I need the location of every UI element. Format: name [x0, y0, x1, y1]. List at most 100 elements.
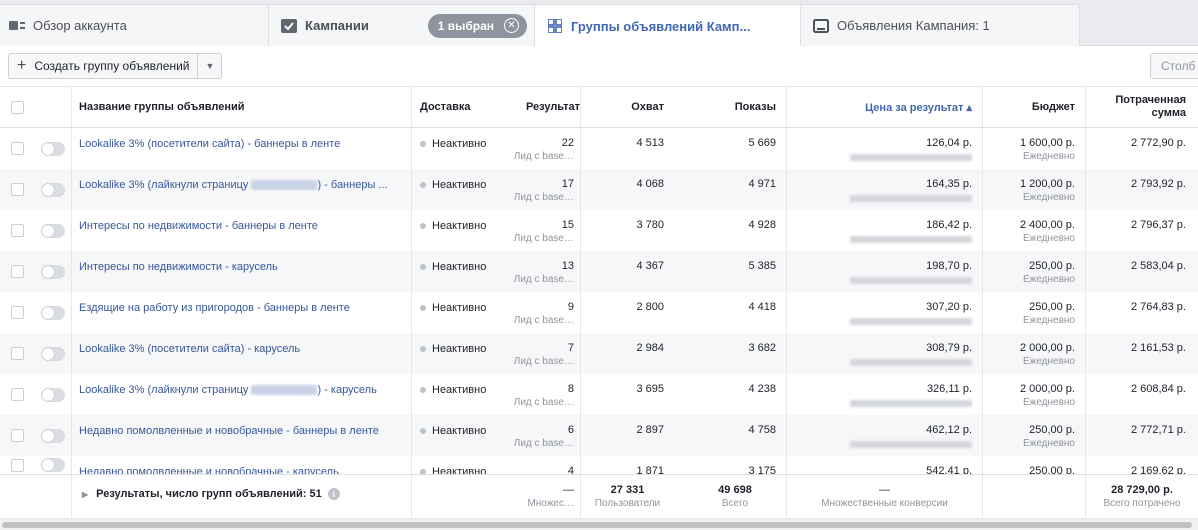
table-row[interactable]: Ездящие на работу из пригородов - баннер… [0, 292, 1198, 333]
row-reach-cell: 2 800 [581, 292, 674, 333]
header-impressions[interactable]: Показы [674, 87, 787, 127]
ad-set-name-link[interactable]: Lookalike 3% (лайкнули страницу ) - кару… [79, 374, 411, 396]
budget-value: 1 200,00 р. [1019, 178, 1075, 190]
header-name[interactable]: Название группы объявлений [72, 87, 412, 127]
horizontal-scrollbar[interactable] [0, 518, 1198, 530]
results-value: 22 [561, 137, 574, 149]
row-checkbox[interactable] [11, 183, 24, 196]
ad-set-name-link[interactable]: Интересы по недвижимости - карусель [79, 251, 411, 273]
totals-label[interactable]: ▶ Результаты, число групп объявлений: 51… [72, 475, 412, 517]
expand-triangle-icon[interactable]: ▶ [82, 490, 88, 499]
ad-set-name-link[interactable]: Недавно помолвленные и новобрачные - бан… [79, 415, 411, 437]
on-off-toggle[interactable] [41, 141, 65, 156]
row-delivery-cell: Неактивно [412, 456, 506, 474]
budget-value: 250,00 р. [1029, 465, 1075, 474]
results-type: Лид с base… [513, 274, 574, 285]
ad-sets-icon [547, 19, 563, 33]
budget-value: 2 400,00 р. [1019, 219, 1075, 231]
table-row[interactable]: Недавно помолвленные и новобрачные - бан… [0, 415, 1198, 456]
selection-pill[interactable]: 1 выбран ✕ [427, 13, 527, 38]
on-off-toggle[interactable] [41, 428, 65, 443]
tab-ads[interactable]: Объявления Кампания: 1 [800, 4, 1080, 46]
row-cost-per-result-cell: 542,41 р. [787, 456, 983, 474]
row-checkbox[interactable] [11, 142, 24, 155]
on-off-toggle[interactable] [41, 264, 65, 279]
tab-ad-sets[interactable]: Группы объявлений Камп... [534, 4, 804, 47]
totals-impressions-value: 49 698 [718, 484, 752, 496]
row-cost-per-result-cell: 462,12 р. [787, 415, 983, 456]
ad-set-name-link[interactable]: Lookalike 3% (посетители сайта) - баннер… [79, 128, 411, 150]
cost-per-result-value: 186,42 р. [926, 219, 972, 231]
ad-set-name-link[interactable]: Lookalike 3% (посетители сайта) - карусе… [79, 333, 411, 355]
select-all-checkbox[interactable] [11, 100, 24, 114]
row-name-cell: Lookalike 3% (посетители сайта) - баннер… [72, 128, 412, 169]
on-off-toggle[interactable] [41, 305, 65, 320]
create-ad-set-button[interactable]: + Создать группу объявлений ▼ [8, 53, 223, 79]
on-off-toggle[interactable] [41, 223, 65, 238]
table-row[interactable]: Интересы по недвижимости - баннеры в лен… [0, 210, 1198, 251]
amount-spent-value: 2 772,90 р. [1130, 137, 1186, 149]
header-cost-per-result[interactable]: Цена за результат ▴ [787, 87, 983, 127]
on-off-toggle[interactable] [41, 387, 65, 402]
header-results-label: Результат [525, 101, 580, 113]
table-row[interactable]: Lookalike 3% (посетители сайта) - баннер… [0, 128, 1198, 169]
ad-set-name-link[interactable]: Недавно помолвленные и новобрачные - кар… [79, 456, 411, 474]
status-dot-icon [420, 387, 426, 393]
row-name-cell: Недавно помолвленные и новобрачные - бан… [72, 415, 412, 456]
table-row[interactable]: Lookalike 3% (лайкнули страницу ) - кару… [0, 374, 1198, 415]
row-checkbox[interactable] [11, 265, 24, 278]
tab-bar: Обзор аккаунта Кампании 1 выбран ✕ Групп… [0, 0, 1198, 47]
row-checkbox[interactable] [11, 306, 24, 319]
header-name-label: Название группы объявлений [79, 101, 245, 113]
table-header: Название группы объявлений Доставка Резу… [0, 86, 1198, 128]
row-toggle-cell [35, 251, 72, 292]
row-impressions-cell: 4 928 [674, 210, 787, 251]
row-checkbox[interactable] [11, 224, 24, 237]
row-checkbox[interactable] [11, 347, 24, 360]
row-cost-per-result-cell: 308,79 р. [787, 333, 983, 374]
chevron-down-icon[interactable]: ▼ [197, 54, 221, 78]
totals-results-value: — [563, 484, 574, 496]
impressions-value: 5 385 [748, 260, 776, 272]
row-checkbox[interactable] [11, 458, 24, 472]
columns-button[interactable]: Столб [1150, 53, 1198, 79]
info-icon[interactable]: i [327, 488, 340, 500]
row-delivery-cell: Неактивно [412, 374, 506, 415]
table-row[interactable]: Недавно помолвленные и новобрачные - кар… [0, 456, 1198, 474]
status-dot-icon [420, 264, 426, 270]
cost-per-result-value: 542,41 р. [926, 465, 972, 474]
totals-results-sub: Множес… [527, 498, 574, 509]
table-row[interactable]: Lookalike 3% (посетители сайта) - карусе… [0, 333, 1198, 374]
scrollbar-thumb[interactable] [2, 522, 1192, 528]
account-overview-icon [9, 19, 25, 33]
row-checkbox[interactable] [11, 388, 24, 401]
row-amount-spent-cell: 2 772,90 р. [1086, 128, 1198, 169]
row-name-cell: Lookalike 3% (лайкнули страницу ) - банн… [72, 169, 412, 210]
table-row[interactable]: Интересы по недвижимости - карусель Неакт… [0, 251, 1198, 292]
on-off-toggle[interactable] [41, 458, 65, 472]
row-checkbox[interactable] [11, 429, 24, 442]
budget-value: 250,00 р. [1029, 424, 1075, 436]
ad-set-name-link[interactable]: Lookalike 3% (лайкнули страницу ) - банн… [79, 169, 411, 191]
tab-campaigns[interactable]: Кампании 1 выбран ✕ [268, 4, 540, 46]
status-dot-icon [420, 428, 426, 434]
header-delivery[interactable]: Доставка [412, 87, 506, 127]
header-budget[interactable]: Бюджет [983, 87, 1086, 127]
row-budget-cell: 250,00 р. Ежедневно [983, 415, 1086, 456]
header-reach[interactable]: Охват [581, 87, 674, 127]
results-value: 7 [567, 342, 574, 354]
header-results[interactable]: Результат [506, 87, 581, 127]
row-results-cell: 22 Лид с base… [506, 128, 581, 169]
on-off-toggle[interactable] [41, 346, 65, 361]
table-row[interactable]: Lookalike 3% (лайкнули страницу ) - банн… [0, 169, 1198, 210]
amount-spent-value: 2 169,62 р. [1130, 465, 1186, 474]
tab-label: Группы объявлений Камп... [571, 18, 751, 34]
ad-set-name-link[interactable]: Интересы по недвижимости - баннеры в лен… [79, 210, 411, 232]
tab-label: Объявления Кампания: 1 [837, 18, 990, 33]
tab-account-overview[interactable]: Обзор аккаунта [0, 4, 272, 46]
impressions-value: 4 418 [748, 301, 776, 313]
header-amount-spent[interactable]: Потраченная сумма [1086, 87, 1198, 127]
ad-set-name-link[interactable]: Ездящие на работу из пригородов - баннер… [79, 292, 411, 314]
on-off-toggle[interactable] [41, 182, 65, 197]
clear-selection-icon[interactable]: ✕ [504, 18, 519, 33]
